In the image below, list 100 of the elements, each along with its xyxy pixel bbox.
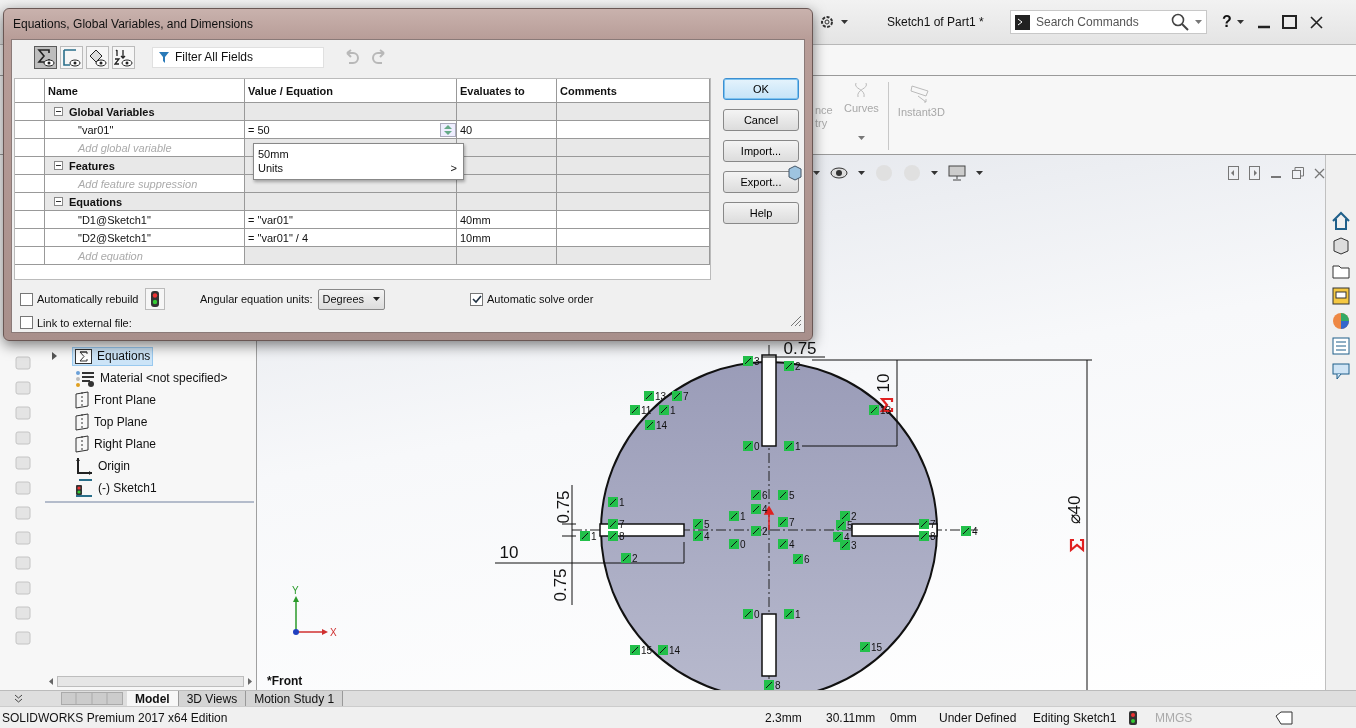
row-header[interactable] (15, 121, 45, 139)
close-icon[interactable] (1309, 15, 1323, 29)
dimension-label[interactable]: 10 (874, 373, 894, 393)
dimension-label[interactable]: 0.75 (551, 568, 571, 602)
tag-icon[interactable] (1275, 710, 1293, 725)
list-icon[interactable] (1331, 336, 1352, 356)
dimension-label[interactable]: 0.75 (554, 490, 574, 524)
sketch-slot (761, 613, 777, 677)
double-chevron-icon[interactable] (14, 694, 23, 703)
maximize-icon[interactable] (1281, 15, 1297, 29)
column-header[interactable]: Comments (557, 79, 710, 103)
help-button[interactable]: ? (1222, 13, 1232, 31)
row-header[interactable] (15, 139, 45, 157)
collapse-icon[interactable] (54, 161, 63, 170)
collapse-icon[interactable] (54, 107, 63, 116)
dimension-label[interactable]: 10 (499, 543, 519, 562)
checkbox-box[interactable] (20, 292, 33, 306)
caret-icon (931, 171, 939, 175)
origin-icon (75, 457, 93, 475)
command-prompt-icon (1015, 14, 1030, 30)
expand-arrow-icon[interactable] (52, 352, 57, 360)
sigma-icon (75, 348, 92, 364)
units-dropdown[interactable]: Degrees (317, 288, 385, 310)
tree-item[interactable]: Top Plane (72, 411, 151, 433)
spinner-icon[interactable] (440, 122, 456, 137)
dialog-button[interactable]: Cancel (723, 109, 799, 131)
row-header[interactable] (15, 175, 45, 193)
dialog-button[interactable]: Help (723, 202, 799, 224)
view-tab[interactable]: Model (127, 691, 179, 706)
color-wheel-icon[interactable] (1331, 311, 1352, 331)
row-header[interactable] (15, 247, 45, 265)
checkbox[interactable]: Link to external file: (20, 316, 200, 329)
settings-icon[interactable] (818, 13, 836, 31)
search-field[interactable]: Search Commands (1010, 10, 1207, 34)
search-icon (1171, 13, 1189, 31)
row-header[interactable] (15, 211, 45, 229)
plane-icon (75, 435, 89, 453)
tree-item[interactable]: Origin (72, 455, 133, 477)
restore-icon[interactable] (1292, 167, 1305, 179)
checkbox-box[interactable] (20, 316, 33, 329)
table-cell: "D1@Sketch1" (45, 211, 245, 229)
scroll-right-icon[interactable] (248, 678, 253, 685)
menu-item[interactable]: Units > (258, 161, 457, 175)
equation-marker-icon (879, 397, 894, 413)
view-toggle-button[interactable] (86, 45, 109, 69)
field-value: = 50 (248, 123, 270, 136)
palette-icon[interactable] (1331, 286, 1352, 306)
plane-icon (75, 413, 89, 431)
table-cell: = "var01" (245, 211, 457, 229)
caret-icon (1195, 20, 1202, 24)
dialog-button[interactable]: Import... (723, 140, 799, 162)
status-field: 0mm (890, 710, 939, 725)
value-field[interactable]: = 50 (245, 121, 457, 139)
dialog-button[interactable]: Export... (723, 171, 799, 193)
panel-left-icon[interactable] (1228, 166, 1240, 180)
checkbox[interactable]: Automatic solve order (470, 292, 670, 306)
row-header[interactable] (15, 157, 45, 175)
view-tab[interactable]: Motion Study 1 (246, 691, 344, 706)
command-label: nce (815, 104, 834, 117)
view-toggle-button[interactable] (60, 45, 83, 69)
tree-item[interactable]: (-) Sketch1 (72, 477, 160, 499)
cube-icon[interactable] (787, 165, 804, 181)
filter-field[interactable]: Filter All Fields (152, 46, 324, 68)
column-header[interactable]: Value / Equation (245, 79, 457, 103)
plane-icon (75, 391, 89, 409)
section-title: Global Variables (69, 105, 155, 118)
table-cell: 40mm (457, 211, 557, 229)
tree-item[interactable]: Equations (72, 346, 154, 366)
tree-item[interactable]: Front Plane (72, 389, 160, 411)
view-toggle-button[interactable] (34, 45, 57, 69)
row-header[interactable] (15, 103, 45, 121)
feature-eye-icon (88, 47, 107, 67)
section-title: Equations (69, 195, 123, 208)
caret-icon (813, 171, 821, 175)
row-header[interactable] (15, 193, 45, 211)
home-icon[interactable] (1331, 211, 1352, 231)
column-header[interactable]: Name (45, 79, 245, 103)
dialog-button[interactable]: OK (723, 78, 799, 100)
callout-icon[interactable] (1331, 361, 1352, 381)
checkbox[interactable]: Automatically rebuild (20, 292, 139, 306)
panel-right-icon[interactable] (1249, 166, 1261, 180)
collapse-icon[interactable] (54, 197, 63, 206)
view-tab[interactable]: 3D Views (178, 691, 247, 706)
monitor-icon[interactable] (948, 165, 967, 181)
parts-icon[interactable] (1331, 236, 1352, 256)
tree-item[interactable]: Right Plane (72, 433, 160, 455)
dimension-label[interactable]: ⌀40 (1065, 495, 1085, 525)
tree-item[interactable]: Material <not specified> (72, 367, 231, 389)
caret-icon (976, 171, 984, 175)
row-header[interactable] (15, 229, 45, 247)
traffic-light-icon[interactable] (144, 288, 165, 310)
eye-icon[interactable] (830, 167, 849, 179)
resize-grip-icon[interactable] (788, 313, 802, 327)
view-toggle-button[interactable] (112, 45, 135, 69)
menu-item[interactable]: 50mm (258, 147, 457, 161)
checkbox-box[interactable] (470, 292, 483, 306)
column-header[interactable]: Evaluates to (457, 79, 557, 103)
dimension-label[interactable]: 0.75 (783, 339, 817, 358)
scroll-left-icon[interactable] (49, 678, 53, 685)
table-cell: "D2@Sketch1" (45, 229, 245, 247)
